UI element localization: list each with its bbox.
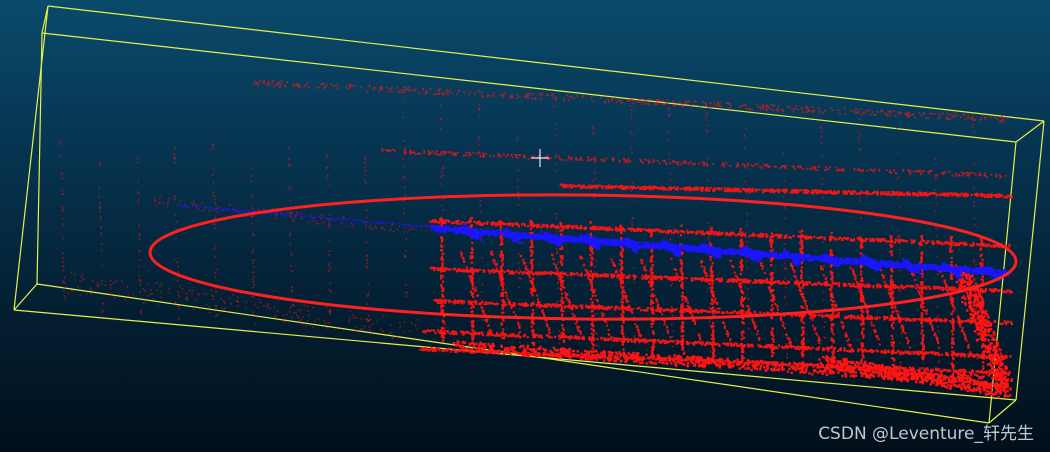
bounding-box-edge: [1015, 120, 1045, 401]
watermark-text: CSDN @Leventure_轩先生: [818, 424, 1034, 444]
point-cloud-frame-structure: [419, 183, 1014, 399]
bounding-box-edge: [41, 32, 1017, 143]
bounding-box: [13, 5, 1045, 424]
bounding-box-edge: [36, 32, 43, 285]
bounding-box-edge: [1015, 120, 1045, 143]
bounding-box-edge: [13, 5, 49, 311]
bounding-box-edge: [13, 283, 38, 311]
point-cloud-scene[interactable]: [0, 0, 1050, 452]
bounding-box-edge: [47, 5, 1045, 122]
crosshair-cursor-icon: [531, 149, 549, 167]
point-cloud-viewport[interactable]: CSDN @Leventure_轩先生: [0, 0, 1050, 452]
bounding-box-edge: [13, 309, 1017, 401]
